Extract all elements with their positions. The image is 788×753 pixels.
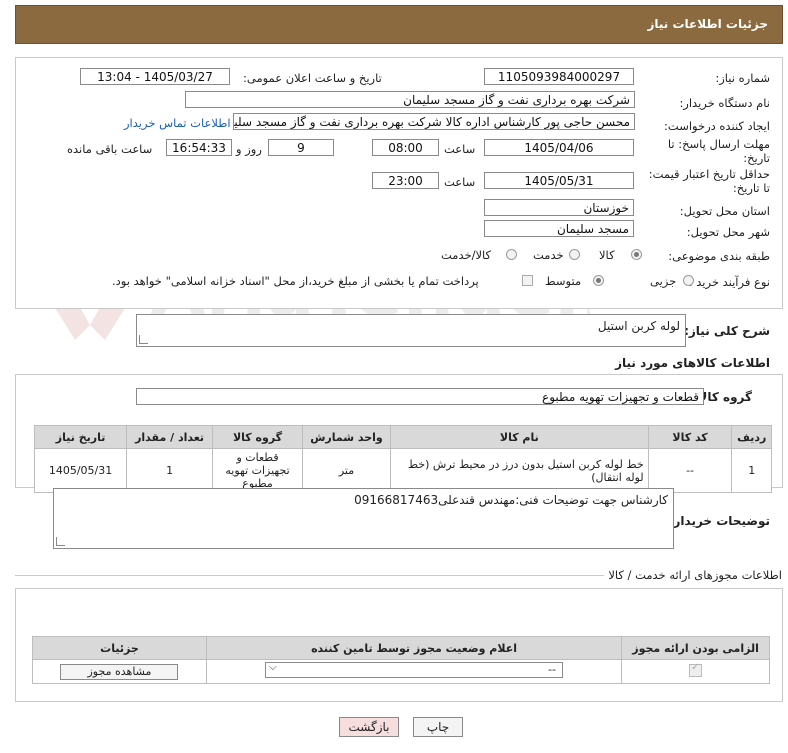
permit-status-cell: -- ⌵ (205, 659, 623, 684)
table-row: ✓ -- ⌵ مشاهده مجوز (32, 659, 770, 684)
days-remaining-field: 9 (268, 139, 334, 156)
process-minor-label: جزیی (650, 274, 677, 288)
goods-table: ردیف کد کالا نام کالا واحد شمارش گروه کا… (33, 425, 772, 493)
need-number-label: شماره نیاز: (715, 71, 770, 85)
permit-status-select[interactable]: -- ⌵ (265, 662, 564, 678)
process-medium-label: متوسط (545, 274, 582, 288)
goods-section-title: اطلاعات کالاهای مورد نیاز (615, 356, 770, 370)
page-header: جزئیات اطلاعات نیاز (15, 5, 783, 44)
validity-label: حداقل تاریخ اعتبار قیمت: (648, 167, 770, 181)
chevron-down-icon: ⌵ (269, 662, 277, 673)
permits-table: الزامی بودن ارائه مجوز اعلام وضعیت مجوز … (32, 636, 770, 684)
province-field: خوزستان (484, 199, 634, 216)
buyer-org-field: شرکت بهره برداری نفت و گاز مسجد سلیمان (185, 91, 635, 108)
page-title: جزئیات اطلاعات نیاز (647, 17, 768, 31)
buyer-notes-textarea[interactable]: کارشناس جهت توضیحات فنی:مهندس قندعلی0916… (53, 488, 674, 549)
days-label: روز و (236, 142, 262, 156)
print-button[interactable]: چاپ (413, 717, 463, 737)
deadline-label: مهلت ارسال پاسخ: تا (667, 137, 770, 151)
validity-time-label: ساعت (444, 175, 476, 189)
treasury-payment-note: پرداخت تمام یا بخشی از مبلغ خرید،از محل … (112, 274, 479, 288)
permit-details-cell: مشاهده مجوز (32, 659, 207, 684)
goods-group: قطعات و تجهیزات تهویه مطبوع (212, 448, 304, 493)
description-label: شرح کلی نیاز: (684, 324, 770, 338)
goods-group-field: قطعات و تجهیزات تهویه مطبوع (136, 388, 704, 405)
category-goods-label: کالا (599, 248, 615, 262)
row-number: 1 (731, 448, 772, 493)
goods-date: 1405/05/31 (33, 448, 128, 493)
description-value: لوله کربن استیل (597, 319, 680, 333)
treasury-payment-checkbox[interactable] (522, 275, 533, 286)
goods-code: -- (647, 448, 733, 493)
permit-required-checkbox[interactable]: ✓ (689, 661, 703, 677)
time-remaining-label: ساعت باقی مانده (67, 142, 153, 156)
col-permit-details: جزئیات (32, 636, 207, 660)
back-button[interactable]: بازگشت (339, 717, 399, 737)
process-medium-radio[interactable] (593, 275, 604, 286)
buyer-org-label: نام دستگاه خریدار: (679, 96, 770, 110)
checkmark-icon: ✓ (691, 661, 700, 673)
requester-field: محسن حاجی پور کارشناس اداره کالا شرکت به… (233, 113, 635, 130)
time-remaining-field: 16:54:33 (166, 139, 232, 156)
validity-label-2: تا تاریخ: (732, 181, 770, 195)
category-both-label: کالا/خدمت (441, 248, 492, 262)
col-permit-status: اعلام وضعیت مجوز توسط تامین کننده (205, 636, 623, 660)
province-label: استان محل تحویل: (679, 204, 770, 218)
announce-field: 1405/03/27 - 13:04 (80, 68, 230, 85)
resize-handle-icon[interactable] (139, 335, 148, 344)
announce-label: تاریخ و ساعت اعلان عمومی: (243, 71, 382, 85)
process-label: نوع فرآیند خرید : (688, 275, 770, 289)
resize-handle-icon[interactable] (56, 537, 65, 546)
col-code: کد کالا (647, 425, 733, 449)
validity-time-field: 23:00 (372, 172, 439, 189)
category-goods-radio[interactable] (631, 249, 642, 260)
permits-section-title: اطلاعات مجوزهای ارائه خدمت / کالا (604, 568, 782, 582)
city-label: شهر محل تحویل: (686, 225, 770, 239)
col-qty: تعداد / مقدار (126, 425, 214, 449)
goods-name: خط لوله کربن استیل بدون درز در محیط ترش … (389, 448, 649, 493)
deadline-label-2: تاریخ: (743, 151, 770, 165)
goods-table-header: ردیف کد کالا نام کالا واحد شمارش گروه کا… (33, 425, 772, 449)
buyer-notes-label: توضیحات خریدار: (668, 514, 770, 528)
col-permit-required: الزامی بودن ارائه مجوز (621, 636, 770, 660)
col-date: تاریخ نیاز (33, 425, 128, 449)
col-row: ردیف (731, 425, 772, 449)
permit-status-value: -- (548, 663, 557, 676)
goods-unit: متر (302, 448, 391, 493)
permits-table-header: الزامی بودن ارائه مجوز اعلام وضعیت مجوز … (32, 636, 770, 660)
description-textarea[interactable]: لوله کربن استیل (136, 314, 686, 347)
view-permit-button[interactable]: مشاهده مجوز (60, 663, 179, 680)
category-service-radio[interactable] (569, 249, 580, 260)
deadline-time-field: 08:00 (372, 139, 439, 156)
process-minor-radio[interactable] (683, 275, 694, 286)
requester-label: ایجاد کننده درخواست: (664, 119, 770, 133)
table-row: 1 -- خط لوله کربن استیل بدون درز در محیط… (33, 448, 772, 493)
deadline-time-label: ساعت (444, 142, 476, 156)
col-group: گروه کالا (212, 425, 304, 449)
deadline-date-field: 1405/04/06 (484, 139, 634, 156)
permit-required-cell: ✓ (621, 659, 770, 684)
validity-date-field: 1405/05/31 (484, 172, 634, 189)
goods-qty: 1 (126, 448, 214, 493)
category-label: طبقه بندی موضوعی: (668, 249, 770, 263)
category-service-label: خدمت (533, 248, 564, 262)
city-field: مسجد سلیمان (484, 220, 634, 237)
col-name: نام کالا (389, 425, 649, 449)
buyer-notes-value: کارشناس جهت توضیحات فنی:مهندس قندعلی0916… (354, 493, 668, 507)
need-number-field: 1105093984000297 (484, 68, 634, 85)
category-both-radio[interactable] (506, 249, 517, 260)
col-unit: واحد شمارش (302, 425, 391, 449)
contact-buyer-link[interactable]: اطلاعات تماس خریدار (124, 116, 231, 130)
